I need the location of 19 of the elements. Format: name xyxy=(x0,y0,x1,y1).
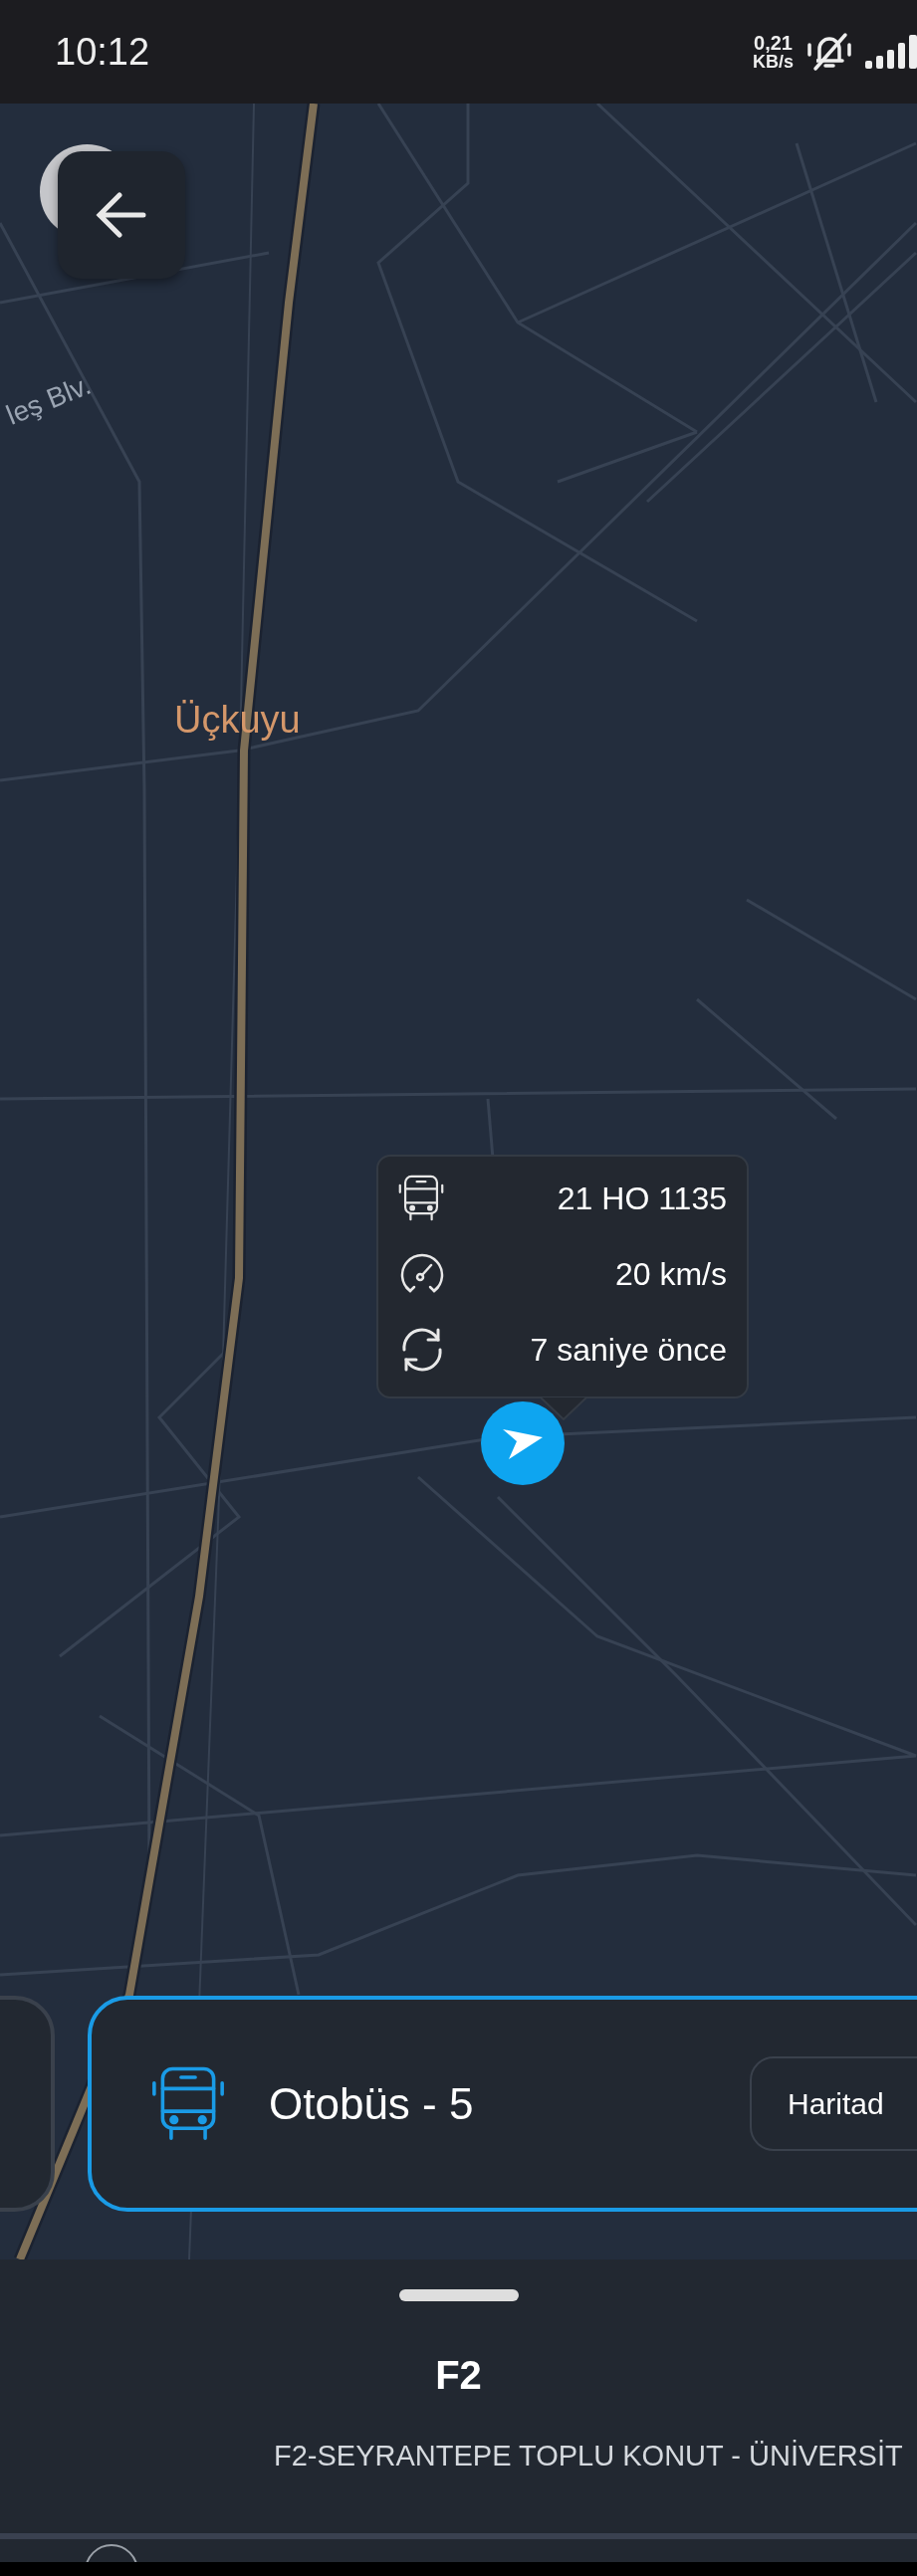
info-text: 7 saniye önce xyxy=(530,1331,727,1369)
back-arrow-icon xyxy=(96,192,147,238)
back-button[interactable] xyxy=(58,151,185,279)
info-text: 20 km/s xyxy=(614,1255,727,1293)
network-speed: 0,21 KB/s xyxy=(753,33,794,71)
place-label: Üçkuyu xyxy=(174,699,301,742)
info-text: 21 HO 1135 xyxy=(557,1180,727,1217)
drag-handle[interactable] xyxy=(398,2289,519,2301)
street-label: leş Blv. xyxy=(2,368,96,432)
route-code: F2 xyxy=(435,2353,482,2398)
bus-icon xyxy=(398,1174,444,1223)
vehicle-title: Otobüs - 5 xyxy=(269,2078,474,2129)
route-name: F2-SEYRANTEPE TOPLU KONUT - ÜNİVERSİT xyxy=(274,2440,903,2472)
vehicle-card[interactable]: Otobüs - 5 Haritad xyxy=(88,1996,917,2212)
status-time: 10:12 xyxy=(55,30,150,74)
bus-icon xyxy=(151,2064,225,2143)
signal-icon xyxy=(865,35,917,69)
bell-muted-icon xyxy=(805,31,853,73)
map-button[interactable]: Haritad xyxy=(750,2056,917,2151)
